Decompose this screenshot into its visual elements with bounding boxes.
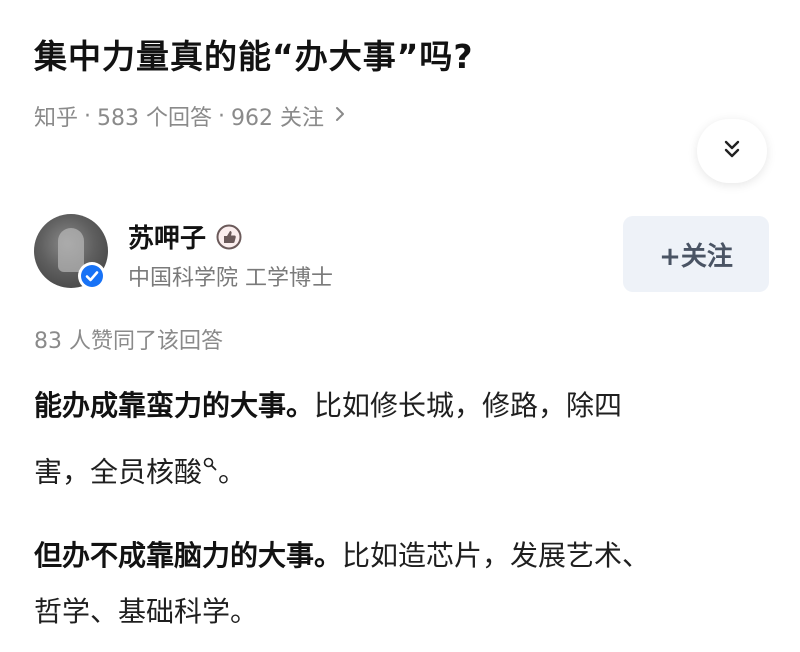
paragraph-text: 比如修长城，修路，除四: [314, 389, 623, 422]
question-meta[interactable]: 知乎 · 583 个回答 · 962 关注: [34, 100, 346, 132]
bold-statement: 但办不成靠脑力的大事。: [34, 539, 343, 572]
paragraph-line: 能办成靠蛮力的大事。比如修长城，修路，除四: [34, 378, 764, 434]
paragraph-text: 。: [218, 455, 247, 489]
paragraph-line: 哲学、基础科学。: [34, 584, 764, 640]
chevron-right-icon: [334, 104, 346, 128]
follower-count: 962 关注: [231, 106, 325, 131]
paragraph-text: 害，全员核酸: [34, 455, 203, 489]
paragraph-line: 但办不成靠脑力的大事。比如造芯片，发展艺术、: [34, 528, 764, 584]
author-name-text: 苏呷子: [128, 224, 207, 254]
thumb-medal-icon[interactable]: [216, 224, 242, 250]
author-name[interactable]: 苏呷子: [128, 218, 242, 255]
follow-button[interactable]: +关注: [623, 216, 769, 292]
vote-count: 83 人赞同了该回答: [34, 329, 223, 354]
paragraph-text: 哲学、基础科学。: [34, 595, 259, 628]
meta-separator: ·: [84, 103, 92, 129]
answer-paragraph-2: 但办不成靠脑力的大事。比如造芯片，发展艺术、 哲学、基础科学。: [34, 528, 764, 640]
question-title[interactable]: 集中力量真的能“办大事”吗?: [34, 30, 474, 78]
source-label: 知乎: [34, 106, 79, 131]
answer-count: 583 个回答: [97, 106, 213, 131]
double-chevron-down-icon: [721, 138, 743, 164]
meta-separator: ·: [218, 103, 226, 129]
paragraph-line: 害，全员核酸。: [34, 434, 764, 500]
verified-check-icon: [78, 262, 106, 290]
author-bio: 中国科学院 工学博士: [128, 266, 333, 291]
paragraph-text: 比如造芯片，发展艺术、: [342, 539, 651, 572]
search-icon[interactable]: [203, 434, 217, 490]
answer-paragraph-1: 能办成靠蛮力的大事。比如修长城，修路，除四 害，全员核酸。: [34, 378, 764, 500]
bold-statement: 能办成靠蛮力的大事。: [34, 389, 315, 422]
expand-button[interactable]: [697, 119, 767, 183]
